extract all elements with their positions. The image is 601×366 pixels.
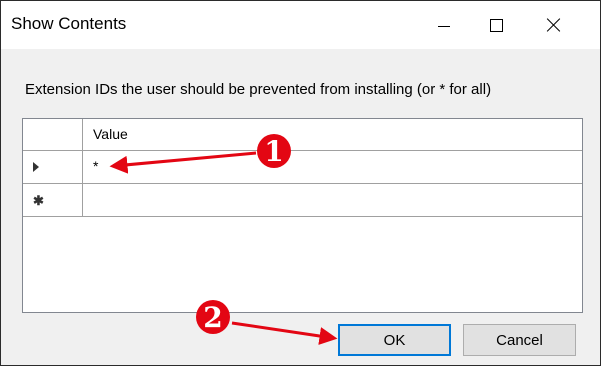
close-button[interactable] xyxy=(531,1,577,49)
row-header[interactable]: ✱ xyxy=(23,184,83,216)
maximize-button[interactable] xyxy=(473,1,519,49)
instruction-label: Extension IDs the user should be prevent… xyxy=(25,81,492,98)
values-grid[interactable]: Value * ✱ xyxy=(22,118,583,313)
ok-button[interactable]: OK xyxy=(338,324,451,356)
close-icon xyxy=(546,17,562,33)
minimize-icon xyxy=(438,25,450,27)
title-bar: Show Contents xyxy=(1,1,600,49)
row-header[interactable] xyxy=(23,151,83,183)
grid-row-new[interactable]: ✱ xyxy=(23,184,582,217)
grid-row[interactable]: * xyxy=(23,151,582,184)
grid-header-row: Value xyxy=(23,119,582,151)
minimize-button[interactable] xyxy=(421,1,467,49)
column-header-value[interactable]: Value xyxy=(93,126,128,142)
current-row-arrow-icon xyxy=(33,162,39,172)
grid-row-1-value[interactable]: * xyxy=(93,158,98,174)
new-row-asterisk-icon: ✱ xyxy=(33,192,44,208)
maximize-icon xyxy=(489,18,503,32)
grid-corner-cell[interactable] xyxy=(23,119,83,150)
show-contents-dialog: Show Contents Extension IDs the user sho… xyxy=(0,0,601,366)
window-title: Show Contents xyxy=(11,14,127,33)
cancel-button[interactable]: Cancel xyxy=(463,324,576,356)
